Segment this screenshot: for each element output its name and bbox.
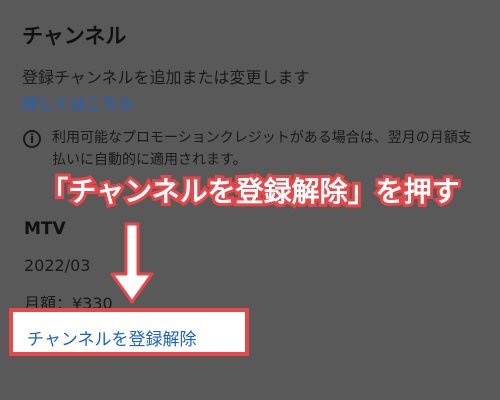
instruction-banner: 「チャンネルを登録解除」を押す [37, 172, 462, 211]
section-description: 登録チャンネルを追加または変更します [22, 68, 310, 87]
info-icon: i [23, 130, 41, 148]
channel-date: 2022/03 [24, 256, 91, 275]
unsubscribe-label[interactable]: チャンネルを登録解除 [27, 325, 197, 350]
arrow-down-icon [110, 222, 154, 304]
info-text: 利用可能なプロモーションクレジットがある場合は、翌月の月額支払いに自動的に適用さ… [52, 130, 472, 168]
section-title: チャンネル [22, 24, 127, 48]
channel-name: MTV [24, 219, 66, 239]
learn-more-link[interactable]: 詳しくはこちら [22, 90, 134, 114]
